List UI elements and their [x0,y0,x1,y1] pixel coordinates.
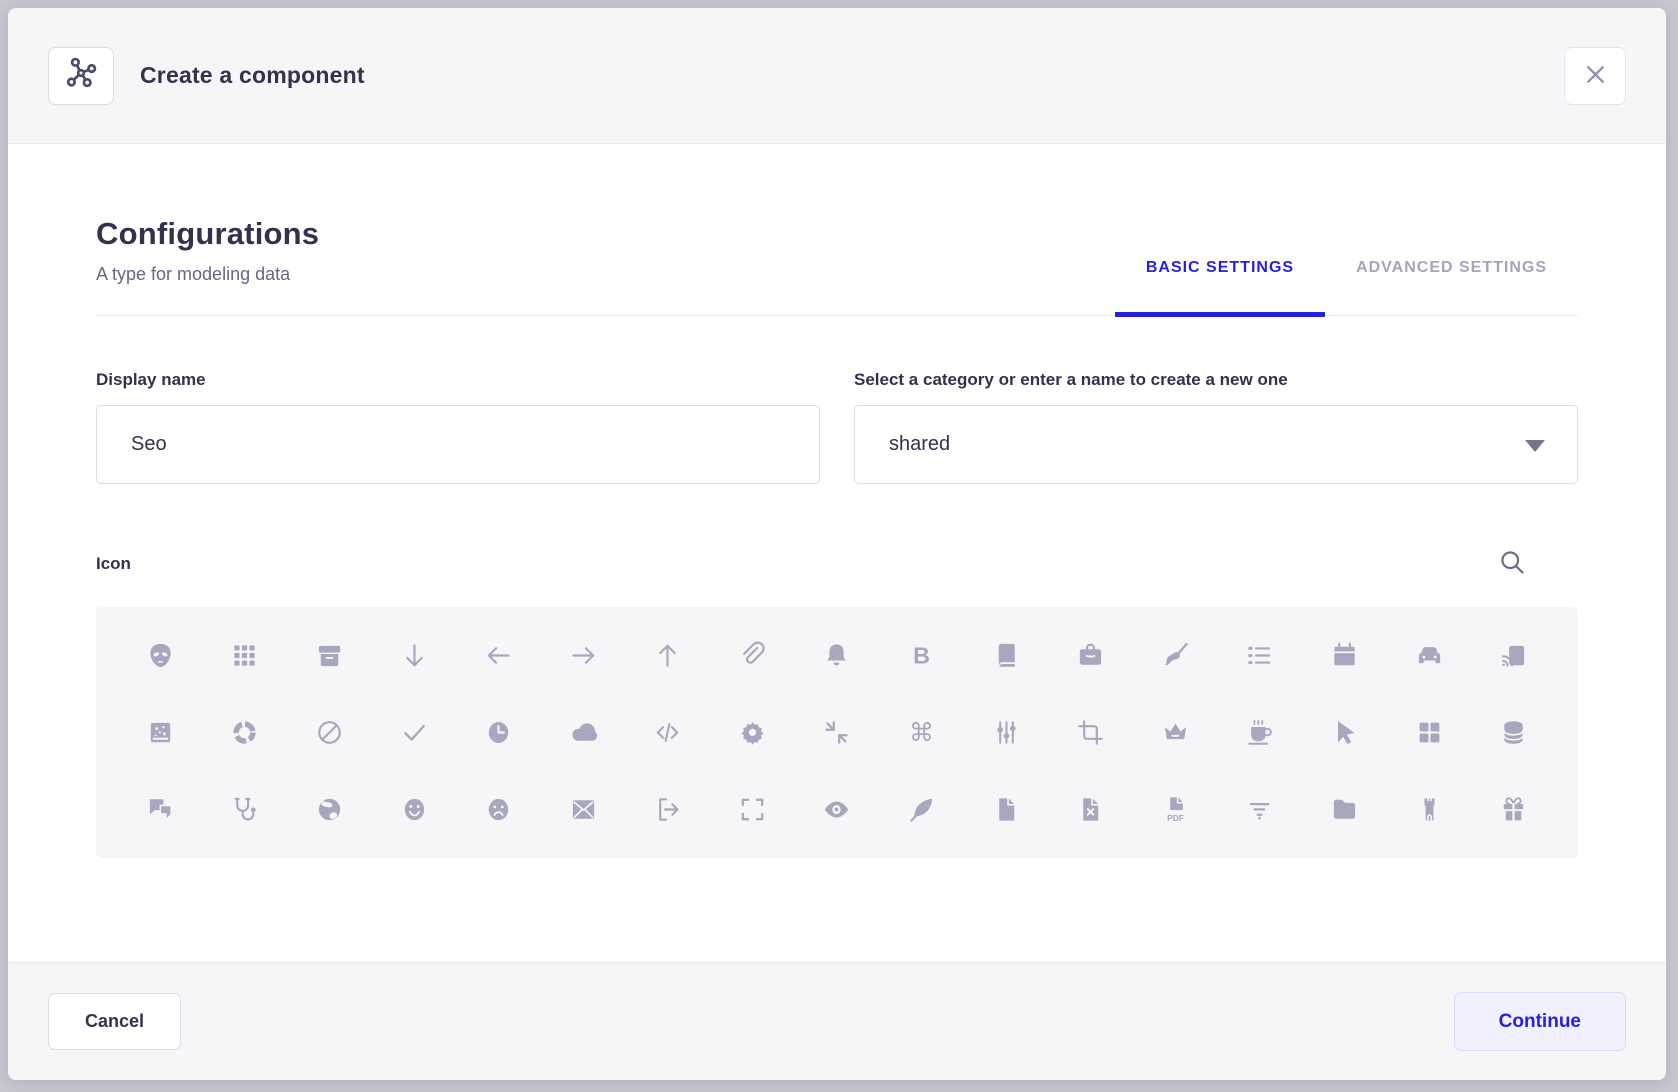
file-pdf-icon[interactable]: PDF [1133,771,1218,848]
icon-grid-row: ⌘ [118,694,1556,771]
cursor-icon[interactable] [1302,694,1387,771]
cancel-button[interactable]: Cancel [48,993,181,1050]
category-select[interactable]: shared [854,405,1578,484]
filter-icon[interactable] [1218,771,1303,848]
icon-picker-label: Icon [96,554,131,574]
gift-icon[interactable] [1471,771,1556,848]
book-icon[interactable] [964,617,1049,694]
gate-icon[interactable] [1387,771,1472,848]
clock-icon[interactable] [456,694,541,771]
component-icon-box [48,47,114,105]
icon-grid-row: PDF [118,771,1556,848]
attachment-icon[interactable] [710,617,795,694]
check-icon[interactable] [372,694,457,771]
earth-icon[interactable] [287,771,372,848]
category-label: Select a category or enter a name to cre… [854,370,1578,390]
chart-bubble-icon[interactable] [118,694,203,771]
crown-icon[interactable] [1133,694,1218,771]
expand-icon[interactable] [710,771,795,848]
modal-title: Create a component [140,62,365,89]
crop-icon[interactable] [1048,694,1133,771]
code-icon[interactable] [626,694,711,771]
bold-icon[interactable]: B [879,617,964,694]
section-title: Configurations [96,216,1578,252]
folder-icon[interactable] [1302,771,1387,848]
svg-text:⌘: ⌘ [909,718,934,747]
cloud-icon[interactable] [541,694,626,771]
envelop-icon[interactable] [541,771,626,848]
chevron-down-icon [1525,440,1545,452]
eye-icon[interactable] [795,771,880,848]
tab-basic-settings[interactable]: BASIC SETTINGS [1115,259,1325,317]
close-button[interactable] [1564,47,1626,105]
modal-footer: Cancel Continue [8,962,1666,1080]
icon-search-button[interactable] [1498,548,1526,579]
category-field-group: Select a category or enter a name to cre… [854,370,1578,484]
apps-icon[interactable] [203,617,288,694]
file-error-icon[interactable] [1048,771,1133,848]
file-icon[interactable] [964,771,1049,848]
archive-icon[interactable] [287,617,372,694]
cast-icon[interactable] [1471,617,1556,694]
category-selected-value: shared [889,433,950,456]
search-icon [1498,548,1526,579]
form-row: Display name Select a category or enter … [96,370,1578,484]
display-name-field-group: Display name [96,370,820,484]
chart-circle-icon[interactable] [203,694,288,771]
continue-button[interactable]: Continue [1454,992,1626,1051]
modal-body: Configurations A type for modeling data … [8,144,1666,962]
cup-icon[interactable] [1218,694,1303,771]
section-head: Configurations A type for modeling data … [96,216,1578,316]
car-icon[interactable] [1387,617,1472,694]
database-icon[interactable] [1471,694,1556,771]
display-name-label: Display name [96,370,820,390]
create-component-modal: Create a component Configurations A type… [8,8,1666,1080]
bullet-list-icon[interactable] [1218,617,1303,694]
component-icon [63,55,99,96]
doctor-icon[interactable] [203,771,288,848]
arrow-left-icon[interactable] [456,617,541,694]
exit-icon[interactable] [626,771,711,848]
icon-grid-row: B [118,617,1556,694]
cog-icon[interactable] [710,694,795,771]
arrow-down-icon[interactable] [372,617,457,694]
icon-grid: B ⌘ PDF [96,607,1578,858]
close-icon [1582,61,1609,91]
chart-pie-icon[interactable] [287,694,372,771]
connector-icon[interactable] [964,694,1049,771]
arrow-right-icon[interactable] [541,617,626,694]
svg-text:B: B [913,642,930,668]
display-name-input[interactable] [96,405,820,484]
icon-section-head: Icon [96,548,1578,579]
discuss-icon[interactable] [118,771,203,848]
svg-text:PDF: PDF [1167,813,1184,823]
alien-icon[interactable] [118,617,203,694]
settings-tabs: BASIC SETTINGS ADVANCED SETTINGS [1115,259,1578,317]
calendar-icon[interactable] [1302,617,1387,694]
tab-advanced-settings[interactable]: ADVANCED SETTINGS [1325,259,1578,317]
emotion-unhappy-icon[interactable] [456,771,541,848]
brush-icon[interactable] [1133,617,1218,694]
collapse-icon[interactable] [795,694,880,771]
command-icon[interactable]: ⌘ [879,694,964,771]
dashboard-icon[interactable] [1387,694,1472,771]
arrow-up-icon[interactable] [626,617,711,694]
briefcase-icon[interactable] [1048,617,1133,694]
feather-icon[interactable] [879,771,964,848]
modal-header: Create a component [8,8,1666,144]
bell-icon[interactable] [795,617,880,694]
emotion-happy-icon[interactable] [372,771,457,848]
